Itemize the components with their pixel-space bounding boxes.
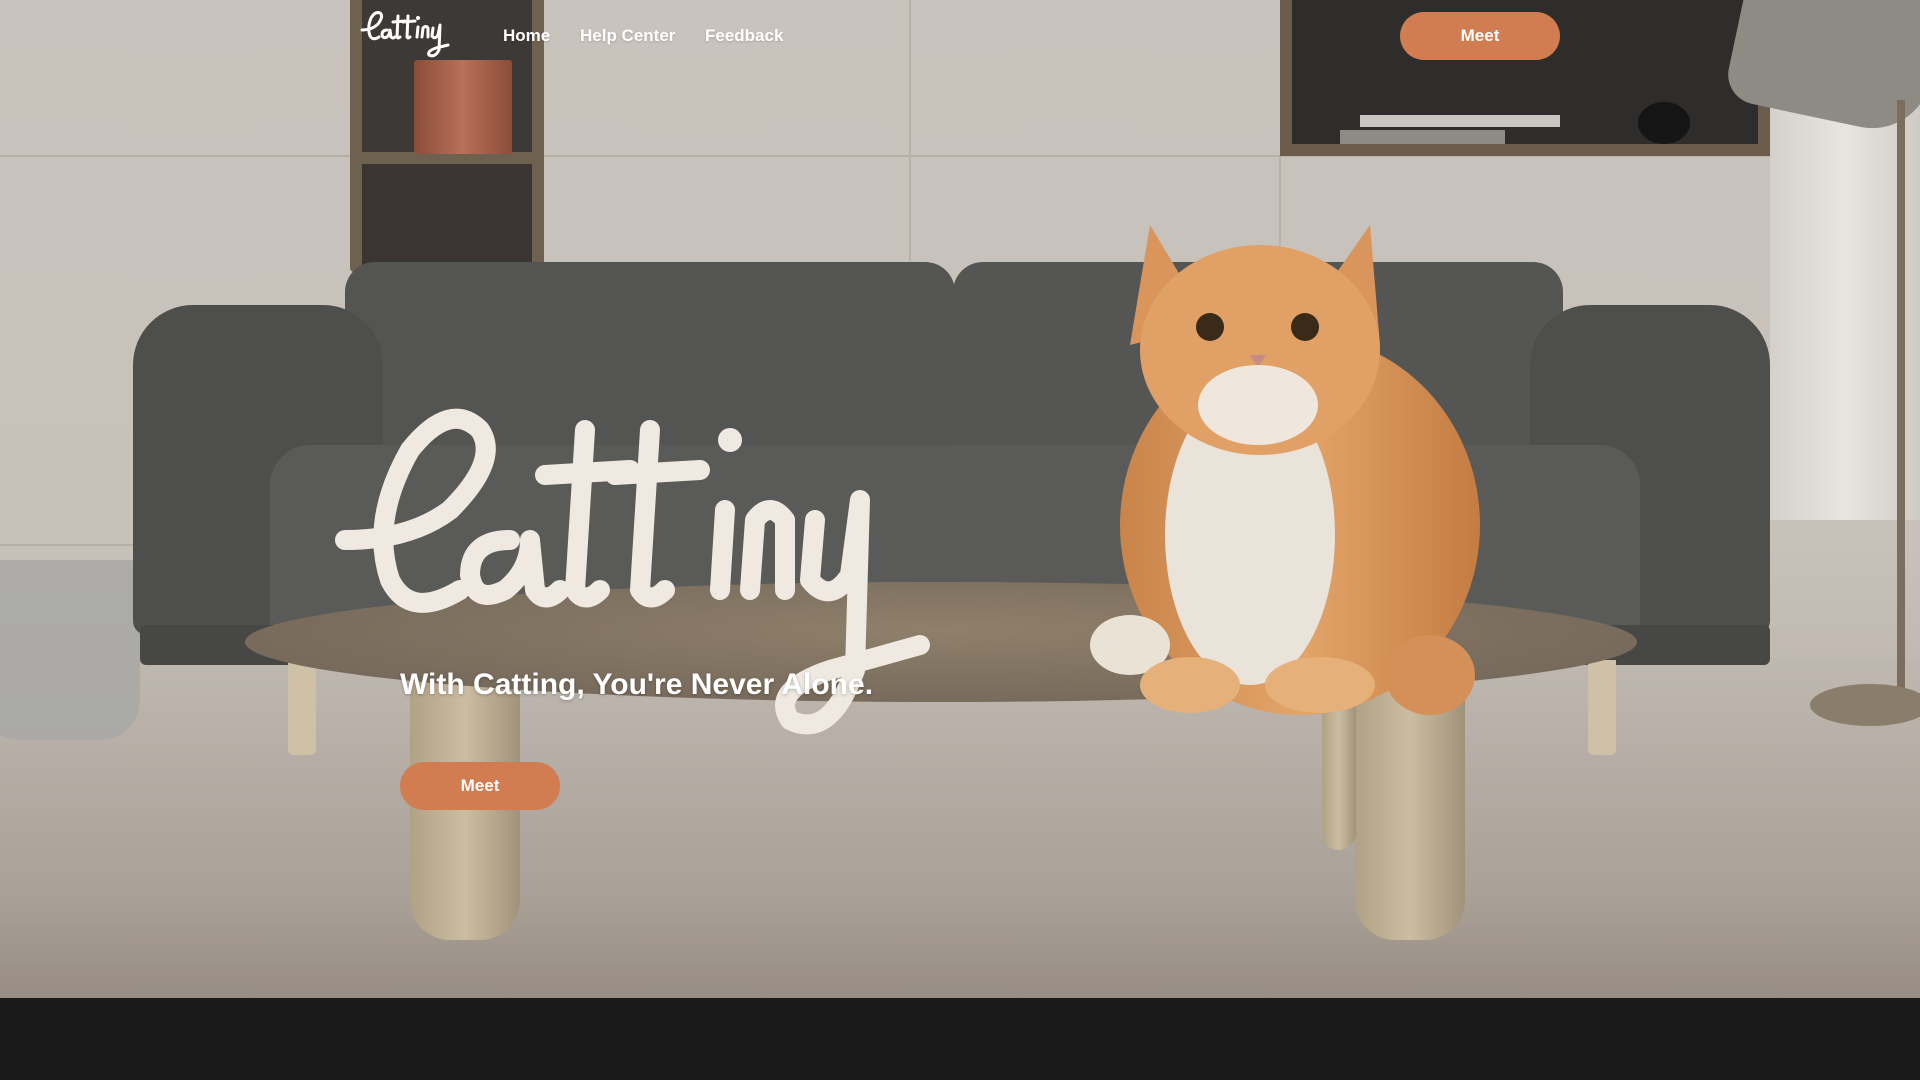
sofa-leg [288,660,316,755]
nav-meet-button[interactable]: Meet [1400,12,1560,60]
cat-image [1090,225,1480,715]
nav-help-center-link[interactable]: Help Center [580,26,675,46]
sofa-leg [1588,660,1616,755]
hero-section [0,0,1920,998]
floor-lamp-base [1810,684,1920,726]
nav-home-link[interactable]: Home [503,26,550,46]
basket [0,560,140,740]
top-nav: Home Help Center Feedback Meet [0,0,1920,72]
floor-lamp-pole [1897,100,1905,700]
nav-feedback-link[interactable]: Feedback [705,26,783,46]
hero-tagline: With Catting, You're Never Alone. [400,668,874,701]
footer [0,998,1920,1080]
catting-logo[interactable] [360,8,460,60]
hero-meet-button[interactable]: Meet [400,762,560,810]
